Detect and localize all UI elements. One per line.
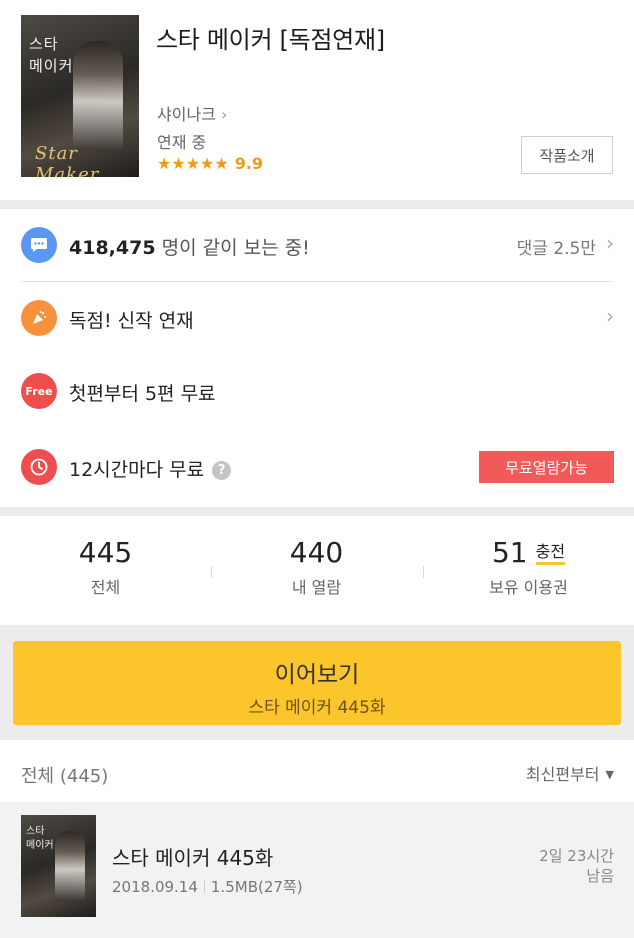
author-link[interactable]: 샤이나크 › <box>157 101 227 125</box>
episode-size: 1.5MB(27쪽) <box>210 878 303 896</box>
episode-thumbnail: 스타 메이커 <box>21 815 96 917</box>
continue-section: 이어보기 스타 메이커 445화 <box>0 625 634 740</box>
free-first-row: Free 첫편부터 5편 무료 <box>0 355 634 427</box>
section-separator <box>0 507 634 516</box>
viewer-label: 명이 같이 보는 중! <box>161 237 310 259</box>
viewers-row[interactable]: 418,475 명이 같이 보는 중! 댓글 2.5만 › <box>0 209 634 281</box>
continue-episode: 스타 메이커 445화 <box>248 698 386 718</box>
charge-button[interactable]: 충전 <box>535 542 566 565</box>
party-popper-icon <box>21 300 57 336</box>
continue-reading-button[interactable]: 이어보기 스타 메이커 445화 <box>13 641 621 725</box>
stat-tickets-value: 51 <box>491 536 528 569</box>
clock-icon <box>21 449 57 485</box>
cover-script-text: Star Maker <box>35 143 100 177</box>
thumb-title-line-1: 스타 <box>26 826 45 837</box>
free-available-badge: 무료열람가능 <box>479 451 614 483</box>
episode-list-header: 전체 (445) 최신편부터 ▼ <box>0 740 634 802</box>
thumb-figure <box>55 831 85 901</box>
cover-image[interactable]: 스타 메이커 Star Maker <box>21 15 139 177</box>
episode-list-item[interactable]: 스타 메이커 스타 메이커 445화 2018.09.14 1.5MB(27쪽) … <box>0 802 634 938</box>
dropdown-arrow-icon: ▼ <box>605 768 614 781</box>
stat-total-value: 445 <box>78 536 133 569</box>
chevron-right-icon: › <box>606 231 614 255</box>
exclusive-row[interactable]: 독점! 신작 연재 › <box>0 282 634 354</box>
stat-total: 445 전체 <box>0 536 211 598</box>
continue-label: 이어보기 <box>274 662 360 688</box>
serial-status: 연재 중 <box>157 133 207 152</box>
stat-tickets-label: 보유 이용권 <box>489 578 568 597</box>
viewers-text: 418,475 명이 같이 보는 중! <box>69 233 310 260</box>
sort-dropdown[interactable]: 최신편부터 ▼ <box>526 761 614 785</box>
chat-bubble-icon <box>21 227 57 263</box>
free-12h-row: 12시간마다 무료? 무료열람가능 <box>0 431 634 503</box>
intro-button[interactable]: 작품소개 <box>521 136 613 174</box>
sort-label: 최신편부터 <box>525 765 600 784</box>
free-12h-label: 12시간마다 무료 <box>69 459 205 481</box>
rating-score: 9.9 <box>234 154 264 173</box>
exclusive-text: 독점! 신작 연재 <box>69 310 194 332</box>
meta-divider <box>203 880 205 893</box>
section-separator <box>0 200 634 209</box>
cover-title-text: 스타 메이커 <box>29 33 73 77</box>
series-header: 스타 메이커 Star Maker 스타 메이커 [독점연재] 샤이나크 › 연… <box>0 0 634 200</box>
stat-read-value: 440 <box>289 536 344 569</box>
rating: ★★★★★ 9.9 <box>157 154 263 173</box>
thumb-title-line-2: 메이커 <box>26 840 54 851</box>
episode-date: 2018.09.14 <box>112 878 198 896</box>
remaining-time-value: 2일 23시간 <box>539 847 614 865</box>
thumb-title-text: 스타 메이커 <box>26 825 54 853</box>
stat-tickets: 51 충전 보유 이용권 <box>423 536 634 598</box>
remaining-time-suffix: 남음 <box>586 867 614 885</box>
cover-title-line-1: 스타 <box>29 35 59 53</box>
star-rating-icon: ★★★★★ <box>157 154 229 173</box>
author-name: 샤이나크 <box>157 105 216 124</box>
comments-link[interactable]: 댓글 2.5만 <box>517 234 596 259</box>
episode-meta: 2018.09.14 1.5MB(27쪽) <box>112 876 303 897</box>
stat-total-label: 전체 <box>90 578 121 597</box>
cover-figure <box>73 41 123 151</box>
help-icon[interactable]: ? <box>212 461 232 480</box>
cover-title-line-2: 메이커 <box>29 57 74 75</box>
chevron-right-icon: › <box>220 105 228 124</box>
episode-remaining-time: 2일 23시간 남음 <box>539 846 614 886</box>
episode-title: 스타 메이커 445화 <box>112 846 274 870</box>
stat-read-label: 내 열람 <box>291 578 342 597</box>
stat-read: 440 내 열람 <box>211 536 422 598</box>
free-12h-text: 12시간마다 무료? <box>69 455 232 482</box>
chevron-right-icon: › <box>606 304 614 328</box>
episode-count-label: 전체 (445) <box>21 766 109 787</box>
free-icon: Free <box>21 373 57 409</box>
stat-tickets-row: 51 충전 <box>423 536 634 572</box>
series-title: 스타 메이커 [독점연재] <box>156 26 385 54</box>
free-first-text: 첫편부터 5편 무료 <box>69 383 216 405</box>
viewer-count: 418,475 <box>69 237 156 259</box>
